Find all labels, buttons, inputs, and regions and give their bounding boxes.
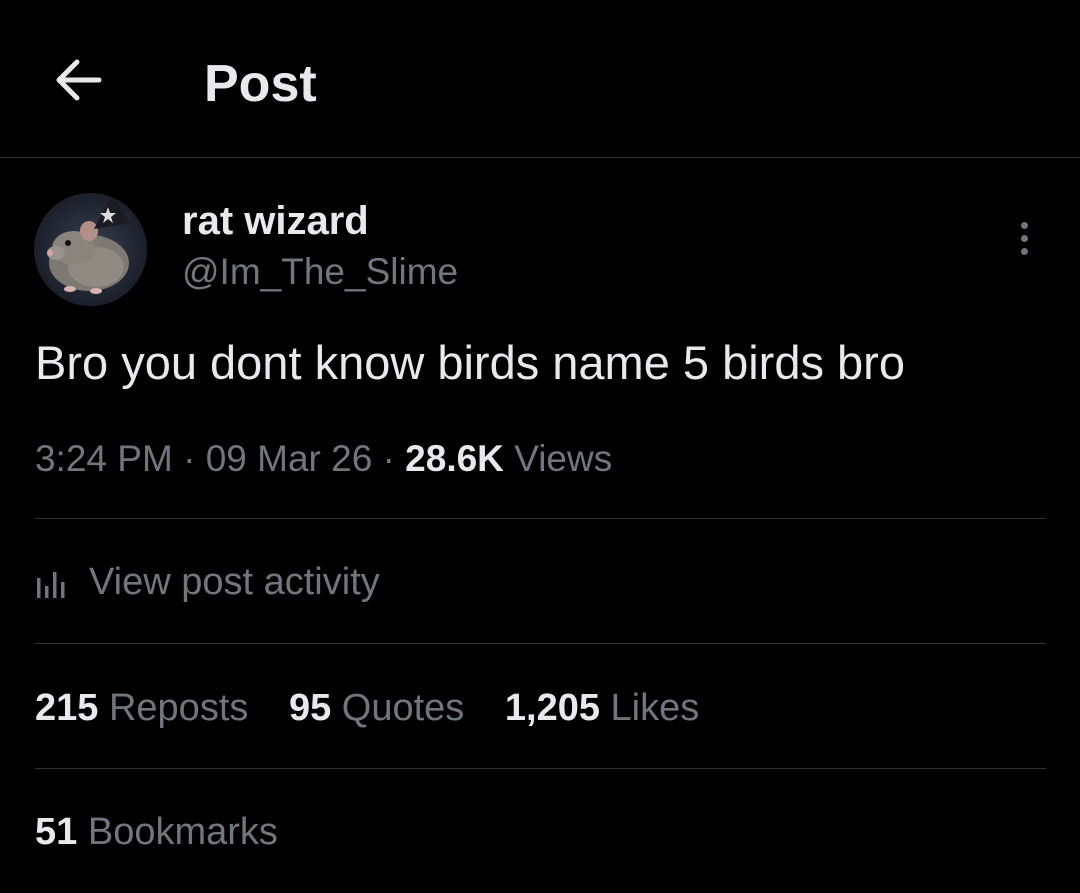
bookmarks-stat[interactable]: 51 Bookmarks (35, 808, 278, 856)
bookmarks-count: 51 (35, 811, 78, 853)
post-text: Bro you dont know birds name 5 birds bro (35, 336, 905, 389)
post-time[interactable]: 3:24 PM (35, 438, 173, 479)
reposts-stat[interactable]: 215 Reposts (35, 684, 248, 732)
top-bar: Post (0, 0, 1080, 158)
more-dot (1020, 221, 1028, 229)
page-title: Post (204, 55, 317, 113)
divider (35, 518, 1046, 519)
view-post-activity-button[interactable]: View post activity (35, 558, 380, 606)
back-button[interactable] (50, 52, 106, 108)
more-options-button[interactable] (1004, 214, 1044, 262)
bar-chart-icon (37, 572, 65, 598)
arrow-left-icon (56, 59, 102, 101)
meta-separator: · (183, 438, 196, 479)
avatar[interactable] (34, 193, 147, 306)
likes-label: Likes (610, 687, 700, 729)
divider (35, 643, 1046, 644)
post-date[interactable]: 09 Mar 26 (206, 438, 373, 479)
divider (35, 768, 1046, 769)
likes-stat[interactable]: 1,205 Likes (505, 684, 699, 732)
more-dot (1020, 234, 1028, 242)
rat-wizard-avatar (34, 193, 147, 306)
post-meta: 3:24 PM · 09 Mar 26 · 28.6K Views (35, 436, 612, 482)
engagement-stats: 215 Reposts 95 Quotes 1,205 Likes (35, 684, 699, 732)
reposts-label: Reposts (108, 687, 249, 729)
more-dot (1020, 247, 1028, 255)
quotes-count: 95 (288, 687, 332, 729)
reposts-count: 215 (35, 687, 99, 729)
author-display-name[interactable]: rat wizard (182, 198, 369, 244)
meta-separator: · (382, 438, 395, 479)
views-label: Views (514, 438, 613, 479)
views-count: 28.6K (405, 438, 504, 479)
activity-label: View post activity (89, 561, 380, 603)
author-handle[interactable]: @Im_The_Slime (182, 250, 458, 294)
bookmarks-label: Bookmarks (87, 811, 278, 853)
quotes-label: Quotes (341, 687, 465, 729)
likes-count: 1,205 (504, 687, 600, 729)
quotes-stat[interactable]: 95 Quotes (289, 684, 464, 732)
